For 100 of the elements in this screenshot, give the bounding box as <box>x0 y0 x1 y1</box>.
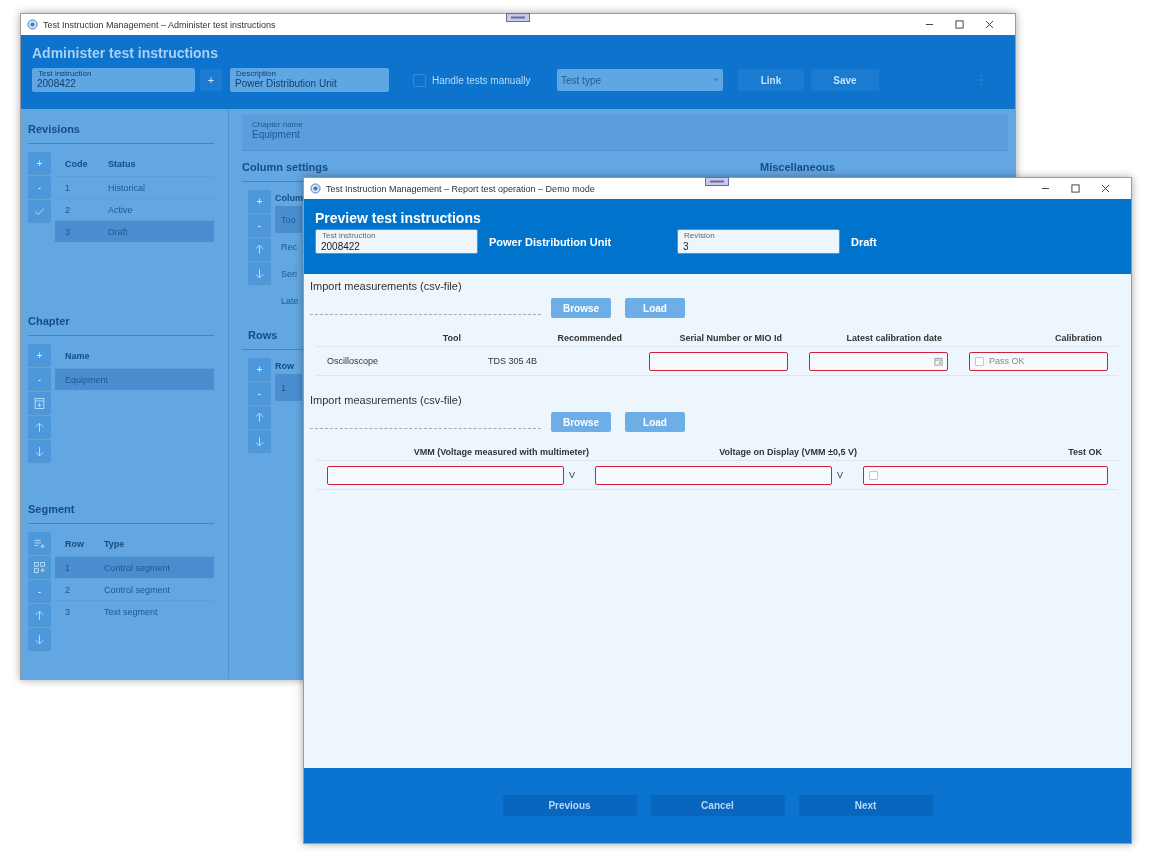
more-icon[interactable] <box>979 74 983 86</box>
move-up-button[interactable] <box>248 406 271 428</box>
section-heading: Column settings <box>242 160 329 175</box>
check-button[interactable] <box>28 200 51 222</box>
move-up-button[interactable] <box>28 604 51 626</box>
checkbox-field[interactable] <box>863 465 1108 485</box>
input-field[interactable] <box>649 351 788 371</box>
revision-field[interactable]: Revision 3 <box>677 229 840 254</box>
table-cell: Oscilloscope <box>327 356 379 366</box>
add-button[interactable]: + <box>200 69 222 91</box>
input-field[interactable] <box>595 465 832 485</box>
calendar-icon[interactable] <box>934 356 943 366</box>
page-title: Preview test instructions <box>315 210 482 228</box>
column-header: Calibration <box>1054 333 1103 343</box>
window-title: Test Instruction Management – Report test operation – Demo mode <box>326 183 596 194</box>
archive-button[interactable] <box>28 392 51 414</box>
previous-button[interactable]: Previous <box>502 795 637 816</box>
browse-button[interactable]: Browse <box>551 298 611 318</box>
add-button[interactable]: + <box>248 190 271 212</box>
table-cell: Seri <box>281 268 297 279</box>
handle-icon[interactable] <box>506 13 530 22</box>
checkbox[interactable] <box>413 73 426 87</box>
add-button[interactable]: + <box>248 358 271 380</box>
maximize-icon[interactable] <box>1071 184 1080 193</box>
column-header: VMM (Voltage measured with multimeter) <box>412 447 590 457</box>
table-row[interactable]: Seri <box>275 260 302 287</box>
remove-button[interactable]: - <box>28 368 51 390</box>
move-down-button[interactable] <box>248 430 271 452</box>
remove-button[interactable]: - <box>248 214 271 236</box>
section-heading: Chapter <box>28 301 214 336</box>
column-header: Type <box>104 539 126 549</box>
table-cell: Too <box>281 214 296 225</box>
test-type-dropdown[interactable]: Test type <box>557 69 723 91</box>
link-button[interactable]: Link <box>738 69 804 91</box>
remove-button[interactable]: - <box>248 382 271 404</box>
section-heading: Segment <box>28 489 214 524</box>
maximize-icon[interactable] <box>955 20 964 29</box>
table-cell-text: Control segment <box>104 562 172 573</box>
table-row[interactable]: 1 Historical <box>55 176 214 198</box>
checkbox[interactable] <box>869 470 878 480</box>
remove-button[interactable]: - <box>28 176 51 198</box>
load-button[interactable]: Load <box>625 298 685 318</box>
table-row[interactable]: Too <box>275 206 302 233</box>
column-header: Row <box>64 539 85 549</box>
table-row[interactable]: 1 <box>275 374 302 401</box>
table-cell: Rec <box>281 241 297 252</box>
column-header: Colum <box>275 192 302 205</box>
move-down-button[interactable] <box>248 262 271 284</box>
next-button[interactable]: Next <box>798 795 933 816</box>
app-icon <box>27 19 38 30</box>
cancel-button[interactable]: Cancel <box>650 795 785 816</box>
grid-add-icon <box>32 559 47 575</box>
input-field[interactable] <box>327 465 564 485</box>
save-button[interactable]: Save <box>811 69 879 91</box>
add-button[interactable]: + <box>28 344 51 366</box>
move-up-button[interactable] <box>248 238 271 260</box>
table-row[interactable]: 3 Text segment <box>55 600 214 622</box>
handle-icon[interactable] <box>705 177 729 186</box>
table-cell-text: 3 <box>64 606 71 617</box>
add-button[interactable]: + <box>28 152 51 174</box>
close-icon[interactable] <box>1101 184 1110 193</box>
close-icon[interactable] <box>985 20 994 29</box>
column-header: Status <box>108 159 137 169</box>
test-instruction-field[interactable]: Test instruction 2008422 <box>32 68 195 92</box>
checkbox-label: Pass OK <box>989 356 1025 366</box>
table-cell-text: 2 <box>64 584 71 595</box>
table-cell-text: Draft <box>108 226 129 237</box>
table-cell-text: Historical <box>108 182 146 193</box>
table-row[interactable]: Late <box>275 287 302 314</box>
add-row-button[interactable] <box>28 532 51 554</box>
table-row[interactable]: 1 Control segment <box>55 556 214 578</box>
move-down-button[interactable] <box>28 628 51 650</box>
section-heading: Import measurements (csv-file) <box>310 394 463 408</box>
table-row[interactable]: 2 Control segment <box>55 578 214 600</box>
section-heading: Rows <box>248 328 278 343</box>
unit-label: V <box>837 470 843 480</box>
column-header: Tool <box>441 333 462 343</box>
test-instruction-field[interactable]: Test instruction 2008422 <box>315 229 478 254</box>
table-row[interactable]: Rec <box>275 233 302 260</box>
load-button[interactable]: Load <box>625 412 685 432</box>
table-cell: TDS 305 4B <box>488 356 538 366</box>
add-segment-button[interactable] <box>28 556 51 578</box>
browse-button[interactable]: Browse <box>551 412 611 432</box>
description-text: Power Distribution Unit <box>489 235 613 248</box>
description-field[interactable]: Description Power Distribution Unit <box>230 68 389 92</box>
table-cell-text: Active <box>108 204 134 215</box>
table-cell-text: Equipment <box>64 374 108 385</box>
move-down-button[interactable] <box>28 440 51 462</box>
unit-label: V <box>569 470 575 480</box>
archive-icon <box>32 395 47 411</box>
column-header: Name <box>64 351 91 361</box>
chapter-name-field[interactable]: Chapter name Equipment <box>242 115 1008 151</box>
move-up-button[interactable] <box>28 416 51 438</box>
checkbox-field[interactable]: Pass OK <box>969 351 1108 371</box>
remove-button[interactable]: - <box>28 580 51 602</box>
column-header: Voltage on Display (VMM ±0,5 V) <box>718 447 858 457</box>
date-field[interactable] <box>809 351 948 371</box>
table-row[interactable]: Equipment <box>55 368 214 390</box>
checkbox[interactable] <box>975 356 984 366</box>
table-cell: Late <box>281 295 299 306</box>
